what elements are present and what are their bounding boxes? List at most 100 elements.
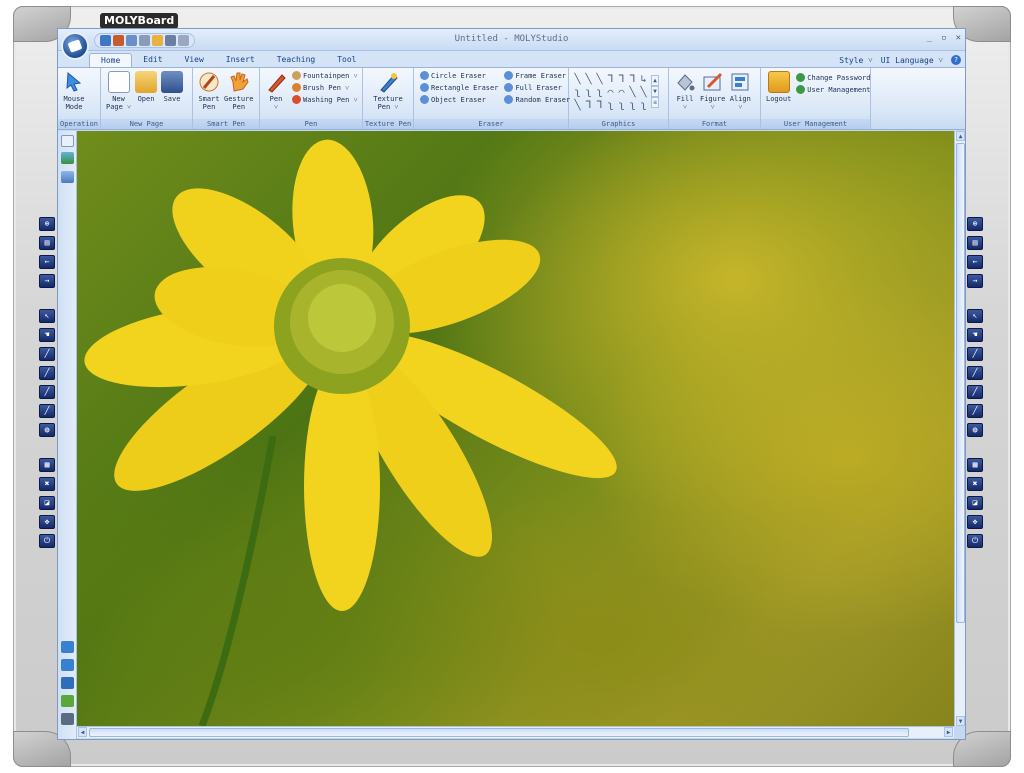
shape-tool-18[interactable]: ʅ bbox=[605, 99, 616, 112]
vertical-scrollbar[interactable]: ▲ ▼ bbox=[954, 131, 965, 726]
random-eraser-icon bbox=[504, 95, 514, 104]
tab-view[interactable]: View bbox=[174, 53, 215, 67]
shape-tool-19[interactable]: ʅ bbox=[616, 99, 627, 112]
style-menu[interactable]: Style ˅ bbox=[839, 56, 872, 65]
vertical-scroll-thumb[interactable] bbox=[956, 143, 965, 623]
brush-pen-button[interactable]: Brush Pen ˅ bbox=[292, 83, 358, 92]
side-left-button-3[interactable]: ← bbox=[39, 255, 55, 269]
shape-tool-9[interactable]: ʅ bbox=[583, 86, 594, 99]
shape-tool-1[interactable]: ╲ bbox=[572, 73, 583, 86]
side-left-button-8[interactable]: ╱ bbox=[39, 366, 55, 380]
scroll-up-button[interactable]: ▲ bbox=[956, 131, 965, 141]
shape-tool-20[interactable]: ʅ bbox=[627, 99, 638, 112]
shape-tool-15[interactable]: ╲ bbox=[572, 99, 583, 112]
scroll-left-button[interactable]: ◀ bbox=[78, 727, 87, 737]
shape-tool-5[interactable]: ⅂ bbox=[616, 73, 627, 86]
side-left-button-15[interactable]: ✥ bbox=[39, 515, 55, 529]
side-right-button-13[interactable]: ✖ bbox=[967, 477, 983, 491]
side-right-button-12[interactable]: ▦ bbox=[967, 458, 983, 472]
gallery-expand-button[interactable]: ≡ bbox=[651, 97, 659, 108]
side-left-button-10[interactable]: ╱ bbox=[39, 404, 55, 418]
scroll-down-button[interactable]: ▼ bbox=[956, 716, 965, 726]
fountainpen-button[interactable]: Fountainpen ˅ bbox=[292, 71, 358, 80]
side-left-button-12[interactable]: ▦ bbox=[39, 458, 55, 472]
gallery-scroll-up-button[interactable]: ▲ bbox=[651, 75, 659, 86]
swap-icon[interactable] bbox=[61, 695, 74, 707]
shape-tool-10[interactable]: ʅ bbox=[594, 86, 605, 99]
tab-home[interactable]: Home bbox=[89, 53, 133, 67]
tab-tool[interactable]: Tool bbox=[326, 53, 367, 67]
object-eraser-button[interactable]: Object Eraser bbox=[420, 95, 498, 104]
ui-language-menu[interactable]: UI Language ˅ bbox=[881, 56, 943, 65]
side-right-button-2[interactable]: ▤ bbox=[967, 236, 983, 250]
side-left-button-5[interactable]: ↖ bbox=[39, 309, 55, 323]
shape-tool-4[interactable]: ⅂ bbox=[605, 73, 616, 86]
previous-page-icon[interactable] bbox=[61, 641, 74, 653]
side-right-button-9[interactable]: ╱ bbox=[967, 385, 983, 399]
washing-pen-button[interactable]: Washing Pen ˅ bbox=[292, 95, 358, 104]
circle-eraser-button[interactable]: Circle Eraser bbox=[420, 71, 498, 80]
horizontal-scrollbar[interactable]: ◀ ▶ bbox=[77, 726, 954, 738]
side-left-button-16[interactable]: ⏻ bbox=[39, 534, 55, 548]
application-menu-button[interactable] bbox=[61, 32, 89, 60]
fullscreen-icon[interactable] bbox=[61, 677, 74, 689]
drawing-canvas[interactable] bbox=[77, 131, 954, 726]
shape-tool-2[interactable]: ╲ bbox=[583, 73, 594, 86]
side-left-button-11[interactable]: ◍ bbox=[39, 423, 55, 437]
side-right-button-6[interactable]: ☚ bbox=[967, 328, 983, 342]
restore-button[interactable]: ▫ bbox=[941, 33, 946, 43]
shape-tool-17[interactable]: ⅂ bbox=[594, 99, 605, 112]
shape-tool-8[interactable]: ʅ bbox=[572, 86, 583, 99]
frame-eraser-button[interactable]: Frame Eraser bbox=[504, 71, 570, 80]
side-right-button-1[interactable]: ⊕ bbox=[967, 217, 983, 231]
next-page-icon[interactable] bbox=[61, 659, 74, 671]
shape-tool-3[interactable]: ╲ bbox=[594, 73, 605, 86]
side-left-button-7[interactable]: ╱ bbox=[39, 347, 55, 361]
settings-icon[interactable] bbox=[61, 713, 74, 725]
shape-tool-14[interactable]: ╲ bbox=[638, 86, 649, 99]
page-thumbnails-icon[interactable] bbox=[61, 171, 74, 183]
tab-teaching[interactable]: Teaching bbox=[266, 53, 327, 67]
side-right-button-4[interactable]: → bbox=[967, 274, 983, 288]
shape-tool-7[interactable]: ↳ bbox=[638, 73, 649, 86]
side-right-button-10[interactable]: ╱ bbox=[967, 404, 983, 418]
side-left-button-2[interactable]: ▤ bbox=[39, 236, 55, 250]
scroll-right-button[interactable]: ▶ bbox=[944, 727, 953, 737]
help-icon[interactable]: ? bbox=[951, 55, 961, 65]
side-left-button-14[interactable]: ◪ bbox=[39, 496, 55, 510]
side-right-button-8[interactable]: ╱ bbox=[967, 366, 983, 380]
shape-tool-13[interactable]: ╲ bbox=[627, 86, 638, 99]
side-left-button-13[interactable]: ✖ bbox=[39, 477, 55, 491]
side-left-button-1[interactable]: ⊕ bbox=[39, 217, 55, 231]
side-right-button-3[interactable]: ← bbox=[967, 255, 983, 269]
side-right-button-11[interactable]: ◍ bbox=[967, 423, 983, 437]
fountainpen-icon bbox=[292, 71, 301, 80]
side-left-button-4[interactable]: → bbox=[39, 274, 55, 288]
minimize-button[interactable]: _ bbox=[927, 33, 932, 43]
shape-tool-16[interactable]: ⅂ bbox=[583, 99, 594, 112]
side-left-button-9[interactable]: ╱ bbox=[39, 385, 55, 399]
random-eraser-button[interactable]: Random Eraser bbox=[504, 95, 570, 104]
full-eraser-button[interactable]: Full Eraser bbox=[504, 83, 570, 92]
shape-tool-11[interactable]: ⌒ bbox=[605, 86, 616, 99]
shape-tool-6[interactable]: ⅂ bbox=[627, 73, 638, 86]
side-right-button-15[interactable]: ✥ bbox=[967, 515, 983, 529]
gallery-scroll-down-button[interactable]: ▼ bbox=[651, 86, 659, 97]
shape-tool-12[interactable]: ⌒ bbox=[616, 86, 627, 99]
user-management-button[interactable]: User Management bbox=[796, 85, 871, 94]
shape-tool-21[interactable]: ʅ bbox=[638, 99, 649, 112]
change-password-button[interactable]: Change Password bbox=[796, 73, 871, 82]
folder-icon bbox=[135, 71, 158, 93]
page-grid-icon[interactable] bbox=[61, 135, 74, 147]
side-right-button-14[interactable]: ◪ bbox=[967, 496, 983, 510]
side-right-button-16[interactable]: ⏻ bbox=[967, 534, 983, 548]
tab-edit[interactable]: Edit bbox=[132, 53, 173, 67]
close-button[interactable]: ✕ bbox=[956, 33, 961, 43]
side-right-button-7[interactable]: ╱ bbox=[967, 347, 983, 361]
side-right-button-5[interactable]: ↖ bbox=[967, 309, 983, 323]
rectangle-eraser-button[interactable]: Rectangle Eraser bbox=[420, 83, 498, 92]
resource-library-icon[interactable] bbox=[61, 152, 74, 164]
horizontal-scroll-thumb[interactable] bbox=[89, 728, 909, 737]
side-left-button-6[interactable]: ☚ bbox=[39, 328, 55, 342]
tab-insert[interactable]: Insert bbox=[215, 53, 266, 67]
